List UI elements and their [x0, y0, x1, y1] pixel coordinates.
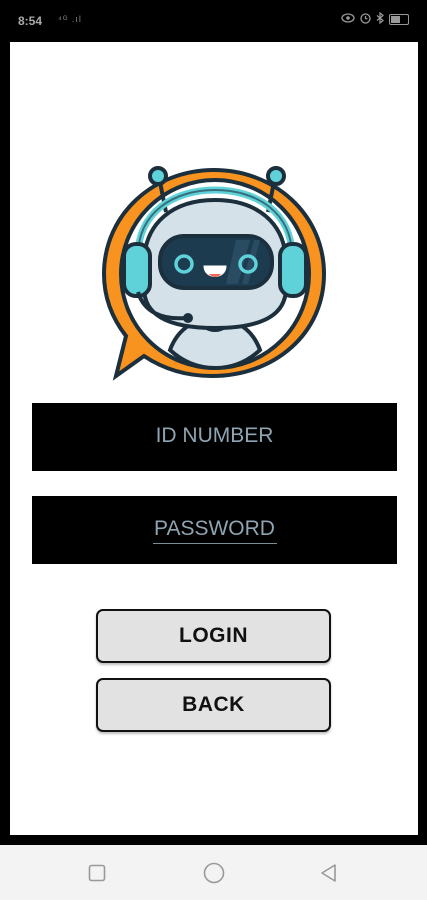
password-field[interactable]	[32, 496, 397, 564]
battery-icon	[389, 14, 409, 25]
triangle-back-icon[interactable]	[318, 862, 340, 884]
status-time: 8:54	[18, 14, 43, 28]
circle-icon[interactable]	[203, 862, 225, 884]
status-bar: 8:54 ⁴ᴳ .ıl	[0, 0, 427, 42]
eye-icon	[341, 13, 355, 26]
id-number-input[interactable]	[134, 424, 295, 450]
robot-headset-chat-icon	[102, 166, 326, 381]
password-input[interactable]	[152, 516, 277, 544]
login-button[interactable]: LOGIN	[96, 609, 331, 663]
signal-indicator: ⁴ᴳ .ıl	[58, 14, 82, 24]
id-number-field[interactable]	[32, 403, 397, 471]
square-icon[interactable]	[86, 862, 108, 884]
bluetooth-icon	[376, 11, 384, 27]
system-navigation-bar	[0, 845, 427, 900]
alarm-icon	[360, 12, 371, 27]
battery-level-fill	[391, 16, 400, 23]
app-screen: LOGIN BACK	[10, 42, 418, 835]
status-icons	[341, 11, 409, 27]
back-button[interactable]: BACK	[96, 678, 331, 732]
